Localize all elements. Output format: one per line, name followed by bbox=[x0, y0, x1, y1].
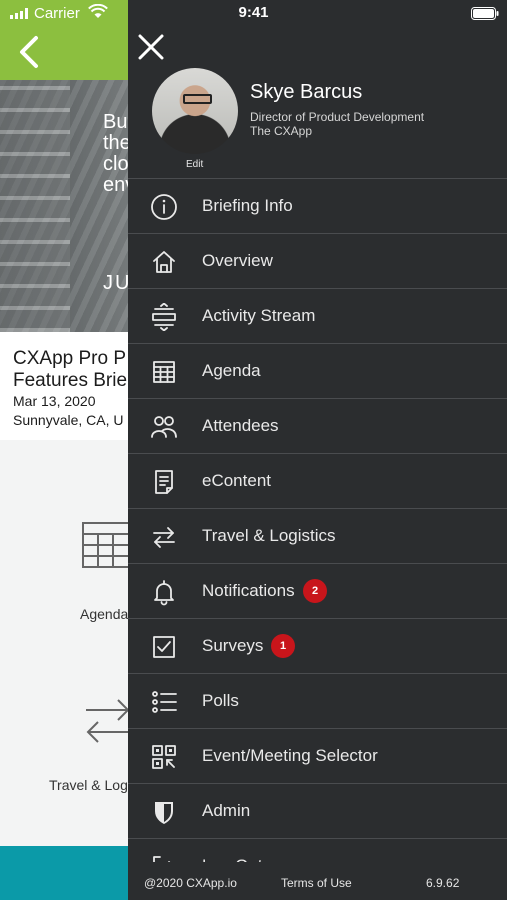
attendees-icon bbox=[150, 413, 178, 441]
event-location: Sunnyvale, CA, U bbox=[13, 412, 124, 428]
menu-item-econtent[interactable]: eContent bbox=[128, 453, 507, 509]
user-name: Skye Barcus bbox=[250, 81, 363, 103]
edit-profile-link[interactable]: Edit bbox=[186, 159, 203, 170]
agenda-grid-icon bbox=[150, 358, 178, 386]
travel-tile-icon[interactable] bbox=[84, 696, 132, 744]
clock: 9:41 bbox=[238, 4, 269, 21]
menu-item-label: Admin bbox=[202, 801, 251, 820]
swap-arrows-icon bbox=[150, 523, 178, 551]
event-date: Mar 13, 2020 bbox=[13, 393, 96, 409]
chevron-left-icon bbox=[20, 36, 38, 68]
menu-item-admin[interactable]: Admin bbox=[128, 783, 507, 839]
travel-tile-label: Travel & Log bbox=[49, 777, 128, 793]
user-job-title: Director of Product Development bbox=[250, 110, 425, 124]
menu-item-attendees[interactable]: Attendees bbox=[128, 398, 507, 454]
bell-icon bbox=[150, 578, 178, 606]
menu-item-label: Briefing Info bbox=[202, 196, 293, 215]
side-menu-drawer: Edit Skye Barcus Director of Product Dev… bbox=[128, 0, 507, 900]
menu-item-agenda[interactable]: Agenda bbox=[128, 343, 507, 399]
checkbox-icon bbox=[150, 633, 178, 661]
menu-item-activity-stream[interactable]: Activity Stream bbox=[128, 288, 507, 344]
agenda-tile-icon[interactable] bbox=[82, 522, 130, 570]
menu-item-label: Polls bbox=[202, 691, 239, 710]
activity-stream-icon bbox=[150, 303, 178, 331]
close-menu-button[interactable] bbox=[138, 34, 164, 60]
unread-count-badge: 1 bbox=[271, 634, 295, 658]
battery-icon bbox=[471, 7, 499, 20]
menu-item-label: Agenda bbox=[202, 361, 261, 380]
menu-item-surveys[interactable]: Surveys 1 bbox=[128, 618, 507, 674]
menu-item-label: Event/Meeting Selector bbox=[202, 746, 378, 765]
menu-item-notifications[interactable]: Notifications 2 bbox=[128, 563, 507, 619]
menu-item-briefing-info[interactable]: Briefing Info bbox=[128, 178, 507, 234]
status-bar: Carrier 9:41 bbox=[0, 0, 507, 28]
unread-count-badge: 2 bbox=[303, 579, 327, 603]
info-icon bbox=[150, 193, 178, 221]
back-button[interactable] bbox=[14, 34, 44, 70]
menu-item-event-meeting-selector[interactable]: Event/Meeting Selector bbox=[128, 728, 507, 784]
menu-item-travel-logistics[interactable]: Travel & Logistics bbox=[128, 508, 507, 564]
avatar[interactable] bbox=[152, 68, 238, 154]
menu-item-label: Notifications bbox=[202, 581, 295, 600]
shield-icon bbox=[150, 798, 178, 826]
menu-item-overview[interactable]: Overview bbox=[128, 233, 507, 289]
user-company: The CXApp bbox=[250, 124, 313, 138]
app-version: 6.9.62 bbox=[426, 876, 460, 890]
terms-of-use-link[interactable]: Terms of Use bbox=[281, 876, 352, 890]
document-icon bbox=[150, 468, 178, 496]
menu-item-label: Travel & Logistics bbox=[202, 526, 336, 545]
menu-item-label: eContent bbox=[202, 471, 271, 490]
menu-item-label: Activity Stream bbox=[202, 306, 316, 325]
menu-item-polls[interactable]: Polls bbox=[128, 673, 507, 729]
qr-code-icon bbox=[150, 743, 178, 771]
close-icon bbox=[138, 34, 164, 60]
agenda-tile-label: Agenda bbox=[80, 606, 129, 622]
menu-item-label: Attendees bbox=[202, 416, 279, 435]
menu-item-label: Overview bbox=[202, 251, 273, 270]
list-icon bbox=[150, 688, 178, 716]
drawer-footer: @2020 CXApp.io Terms of Use 6.9.62 bbox=[128, 862, 507, 900]
event-title: CXApp Pro P Features Brie bbox=[13, 348, 128, 391]
copyright-text: @2020 CXApp.io bbox=[144, 876, 237, 890]
home-icon bbox=[150, 248, 178, 276]
menu-item-label: Surveys bbox=[202, 636, 264, 655]
